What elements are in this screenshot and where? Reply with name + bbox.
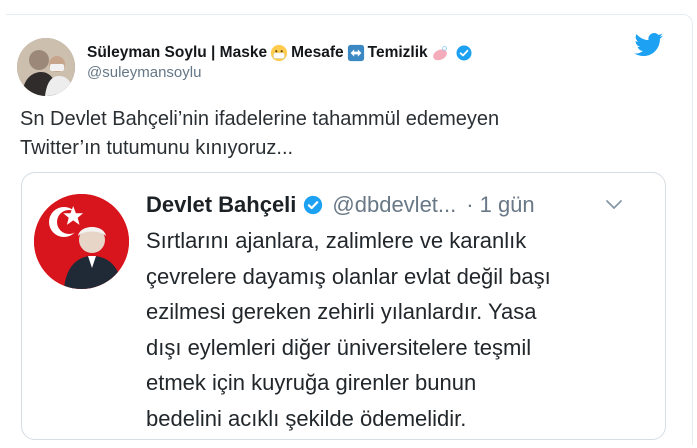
soap-emoji — [432, 46, 447, 61]
left-right-arrow-emoji — [347, 44, 364, 62]
tweet-text-line: Sn Devlet Bahçeli’nin ifadelerine tahamm… — [20, 108, 500, 130]
author-handle[interactable]: @suleymansoylu — [87, 64, 201, 81]
quoted-avatar[interactable] — [34, 194, 129, 289]
quoted-author-name[interactable]: Devlet Bahçeli — [146, 192, 296, 218]
quoted-text-line: çevrelere dayamış olanlar evlat değil ba… — [146, 263, 551, 289]
quoted-timestamp[interactable]: 1 gün — [480, 192, 535, 218]
twitter-bird-icon[interactable] — [634, 33, 664, 57]
quoted-text-line: ezilmesi gereken zehirli yılanlardır. Ya… — [146, 299, 537, 324]
quoted-tweet[interactable]: Devlet Bahçeli @dbdevlet... · 1 gün Sırt… — [21, 172, 666, 440]
author-name-part: Süleyman Soylu | Maske — [87, 44, 268, 61]
verified-badge-icon — [456, 45, 472, 61]
author-name-part: Temizlik — [367, 44, 428, 61]
chevron-down-icon[interactable] — [605, 198, 623, 212]
verified-badge-icon — [304, 195, 323, 215]
tweet-text: Sn Devlet Bahçeli’nin ifadelerine tahamm… — [20, 105, 660, 163]
quoted-text-line: etmek için kuyruğa girenler bunun — [146, 370, 477, 395]
quoted-text-line: Sırtlarını ajanlara, zalimlere ve karanl… — [146, 228, 527, 253]
tweet-text-line: Twitter’ın tutumunu kınıyoruz... — [20, 137, 294, 159]
quoted-separator: · — [466, 192, 474, 217]
quoted-tweet-text: Sırtlarını ajanlara, zalimlere ve karanl… — [146, 223, 656, 436]
quoted-author-handle[interactable]: @dbdevlet... — [332, 192, 456, 218]
face-with-mask-emoji — [270, 44, 288, 62]
author-name[interactable]: Süleyman Soylu | Maske Mesafe Temizlik — [87, 44, 473, 62]
avatar[interactable] — [17, 38, 75, 96]
quoted-avatar-photo — [34, 194, 129, 289]
quoted-header: Devlet Bahçeli @dbdevlet... · 1 gün — [146, 192, 535, 218]
author-name-part: Mesafe — [291, 44, 344, 61]
quoted-text-line: dışı eylemleri diğer üniversitelere teşm… — [146, 334, 532, 360]
avatar-photo — [17, 38, 75, 96]
tweet-card: Süleyman Soylu | Maske Mesafe Temizlik @… — [0, 0, 697, 448]
quoted-text-line: bedelini acıklı şekilde ödemelidir. — [146, 405, 467, 431]
